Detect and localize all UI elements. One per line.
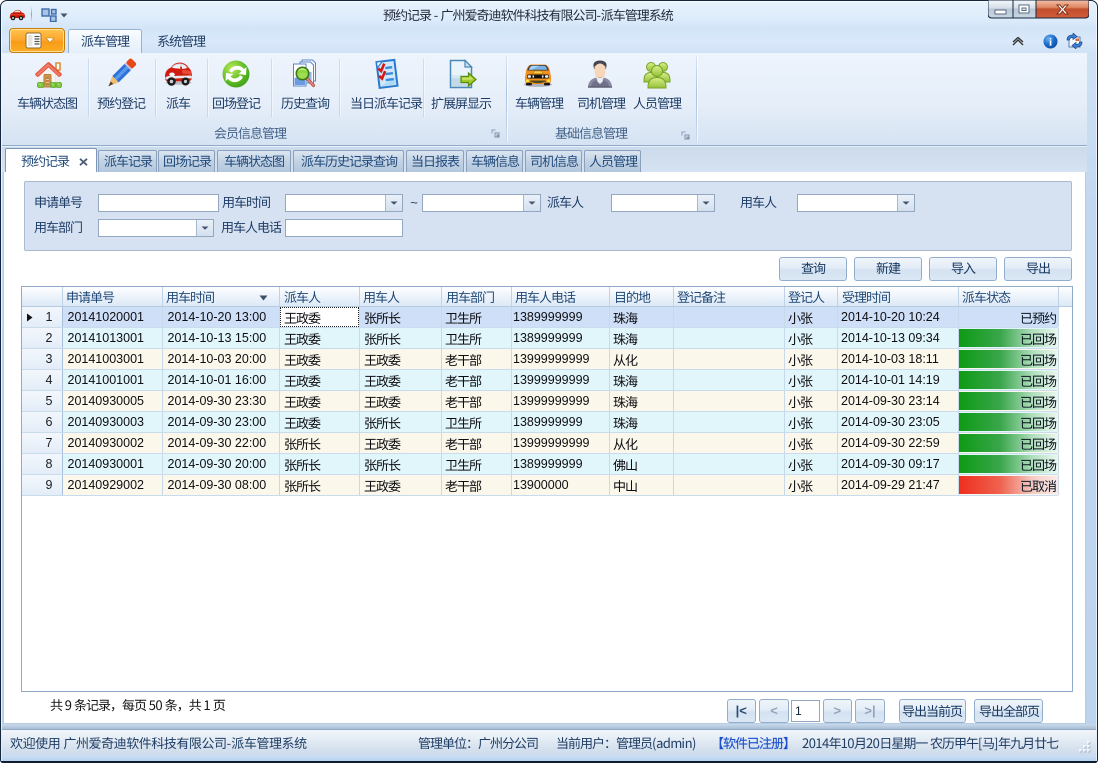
svg-text:i: i	[1049, 37, 1052, 49]
